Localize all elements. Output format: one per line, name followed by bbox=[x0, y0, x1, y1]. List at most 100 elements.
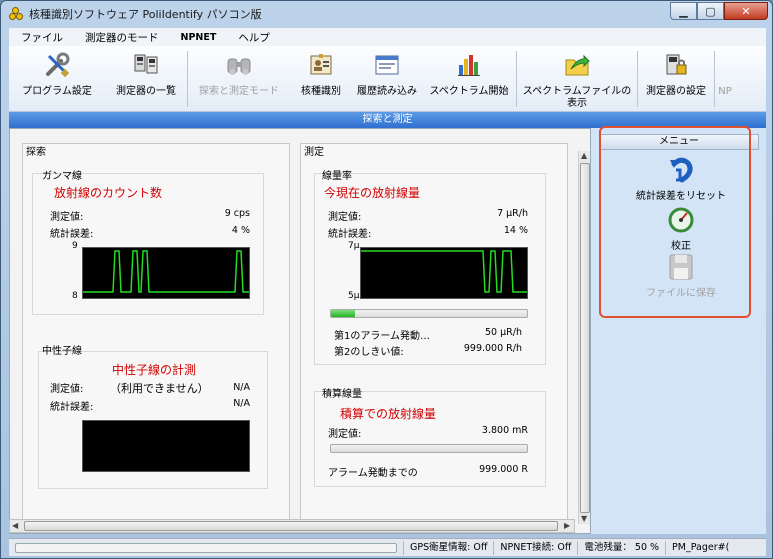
folder-arrow-icon bbox=[562, 50, 592, 80]
gamma-measured-value: 9 cps bbox=[224, 208, 250, 219]
accumulated-title: 積算線量 bbox=[322, 389, 362, 400]
gamma-measured-label: 測定値: bbox=[50, 212, 84, 223]
doserate-error-label: 統計誤差: bbox=[328, 229, 372, 240]
maximize-icon: ▢ bbox=[705, 4, 716, 18]
gamma-axis-bottom: 8 bbox=[72, 291, 78, 301]
doserate-trace-line bbox=[361, 250, 527, 293]
accumulated-measured-value: 3.800 mR bbox=[481, 425, 528, 436]
gamma-annotation: 放射線のカウント数 bbox=[54, 186, 163, 200]
doserate-trace-plot bbox=[360, 247, 528, 299]
neutron-measured-label: 測定値: bbox=[50, 384, 84, 395]
menu-npnet[interactable]: NPNET bbox=[169, 32, 227, 43]
status-progress-bar bbox=[15, 542, 397, 553]
toolbar: プログラム設定 測定器の一覧 探索と測定モード 核種識別 履歴読み込み スペクト… bbox=[9, 46, 766, 112]
alarm1-value: 50 μR/h bbox=[485, 327, 522, 338]
radiation-app-icon bbox=[9, 7, 23, 21]
menu-help[interactable]: ヘルプ bbox=[226, 30, 280, 45]
gamma-error-label: 統計誤差: bbox=[50, 229, 94, 240]
minimize-icon: ▁ bbox=[679, 4, 688, 18]
program-settings-button[interactable]: プログラム設定 bbox=[9, 46, 105, 112]
gps-status: GPS衛星情報: Off bbox=[403, 540, 493, 555]
accumulated-annotation: 積算での放射線量 bbox=[340, 407, 437, 421]
device-list-button[interactable]: 測定器の一覧 bbox=[105, 46, 187, 112]
nuclide-identification-button[interactable]: 核種識別 bbox=[290, 46, 352, 112]
id-card-icon bbox=[306, 50, 336, 80]
scroll-right-icon[interactable]: ▶ bbox=[564, 521, 570, 530]
scroll-left-icon[interactable]: ◀ bbox=[12, 521, 18, 530]
npnet-icon bbox=[715, 50, 735, 80]
load-history-button[interactable]: 履歴読み込み bbox=[352, 46, 422, 112]
gamma-axis-top: 9 bbox=[72, 241, 78, 251]
toolbar-label: スペクトラムファイルの表示 bbox=[522, 86, 632, 109]
close-button[interactable]: ✕ bbox=[724, 2, 768, 20]
toolbar-label: 履歴読み込み bbox=[357, 86, 417, 97]
npnet-button[interactable]: NP bbox=[715, 46, 735, 112]
start-spectrum-button[interactable]: スペクトラム開始 bbox=[422, 46, 516, 112]
binoculars-icon bbox=[224, 50, 254, 80]
alarm1-label: 第1のアラーム発動… bbox=[334, 331, 431, 342]
bar-chart-icon bbox=[454, 50, 484, 80]
accumulated-alarm-label: アラーム発動までの bbox=[328, 468, 418, 479]
history-window-icon bbox=[372, 50, 402, 80]
menu-bar: ファイル 測定器のモード NPNET ヘルプ bbox=[9, 28, 766, 46]
doserate-error-value: 14 % bbox=[503, 225, 528, 236]
title-bar[interactable]: 核種識別ソフトウェア PoliIdentify パソコン版 ▁ ▢ ✕ bbox=[1, 1, 772, 27]
scroll-up-icon[interactable]: ▲ bbox=[581, 151, 587, 160]
doserate-measured-label: 測定値: bbox=[328, 212, 362, 223]
search-measure-mode-button[interactable]: 探索と測定モード bbox=[188, 46, 290, 112]
battery-status: 電池残量： 50 % bbox=[577, 540, 665, 555]
gamma-error-value: 4 % bbox=[231, 225, 250, 236]
device-lock-icon bbox=[661, 50, 691, 80]
window-title: 核種識別ソフトウェア PoliIdentify パソコン版 bbox=[29, 8, 262, 21]
gamma-trace-line bbox=[83, 250, 249, 293]
neutron-trace-plot bbox=[82, 420, 250, 472]
accumulated-measured-label: 測定値: bbox=[328, 429, 362, 440]
minimize-button[interactable]: ▁ bbox=[670, 2, 697, 20]
accumulated-alarm-value: 999.000 R bbox=[479, 464, 528, 475]
close-icon: ✕ bbox=[741, 4, 751, 18]
gamma-title: ガンマ線 bbox=[42, 171, 82, 182]
toolbar-label: 測定器の設定 bbox=[646, 86, 706, 97]
vertical-scroll-thumb[interactable] bbox=[580, 163, 590, 513]
measure-panel-title: 測定 bbox=[304, 147, 324, 158]
horizontal-scroll-thumb[interactable] bbox=[24, 521, 558, 531]
toolbar-label: スペクトラム開始 bbox=[429, 86, 509, 97]
pager-status: PM_Pager#( bbox=[665, 540, 735, 555]
menu-file[interactable]: ファイル bbox=[9, 30, 73, 45]
status-bar: GPS衛星情報: Off NPNET接続: Off 電池残量： 50 % PM_… bbox=[9, 538, 766, 556]
doserate-axis-top: 7μ bbox=[348, 241, 360, 251]
gamma-trace-plot bbox=[82, 247, 250, 299]
neutron-error-value: N/A bbox=[233, 398, 250, 409]
show-spectrum-file-button[interactable]: スペクトラムファイルの表示 bbox=[517, 46, 637, 112]
toolbar-label: 測定器の一覧 bbox=[116, 86, 176, 97]
neutron-measured-value: N/A bbox=[233, 382, 250, 393]
neutron-error-label: 統計誤差: bbox=[50, 402, 94, 413]
doserate-title: 線量率 bbox=[322, 171, 352, 182]
horizontal-scrollbar[interactable]: ◀ ▶ bbox=[9, 519, 575, 533]
doserate-progress-bar bbox=[330, 309, 528, 318]
doserate-progress-fill bbox=[331, 310, 355, 317]
toolbar-label: 核種識別 bbox=[301, 86, 341, 97]
search-panel-title: 探索 bbox=[26, 147, 46, 158]
doserate-axis-bottom: 5μ bbox=[348, 291, 360, 301]
vertical-scrollbar[interactable]: ▲ ▼ bbox=[578, 151, 590, 524]
toolbar-label: 探索と測定モード bbox=[199, 86, 279, 97]
neutron-title: 中性子線 bbox=[42, 346, 82, 357]
alarm2-value: 999.000 R/h bbox=[463, 343, 522, 354]
main-panel: 探索 ガンマ線 放射線のカウント数 測定値: 9 cps 統計誤差: 4 % 9… bbox=[9, 128, 591, 534]
toolbar-label: プログラム設定 bbox=[22, 86, 92, 97]
device-list-icon bbox=[131, 50, 161, 80]
menu-highlight-frame bbox=[599, 126, 751, 318]
alarm2-label: 第2のしきい値: bbox=[334, 347, 404, 358]
scroll-down-icon[interactable]: ▼ bbox=[581, 514, 587, 523]
toolbar-label: NP bbox=[718, 86, 732, 97]
accumulated-progress-bar bbox=[330, 444, 528, 453]
neutron-annotation: 中性子線の計測 bbox=[112, 363, 197, 377]
menu-device-mode[interactable]: 測定器のモード bbox=[73, 30, 169, 45]
npnet-status: NPNET接続: Off bbox=[493, 540, 577, 555]
maximize-button[interactable]: ▢ bbox=[697, 2, 724, 20]
app-window: 核種識別ソフトウェア PoliIdentify パソコン版 ▁ ▢ ✕ ファイル… bbox=[0, 0, 773, 559]
wrench-screwdriver-icon bbox=[42, 50, 72, 80]
doserate-measured-value: 7 μR/h bbox=[497, 208, 528, 219]
device-settings-button[interactable]: 測定器の設定 bbox=[638, 46, 714, 112]
